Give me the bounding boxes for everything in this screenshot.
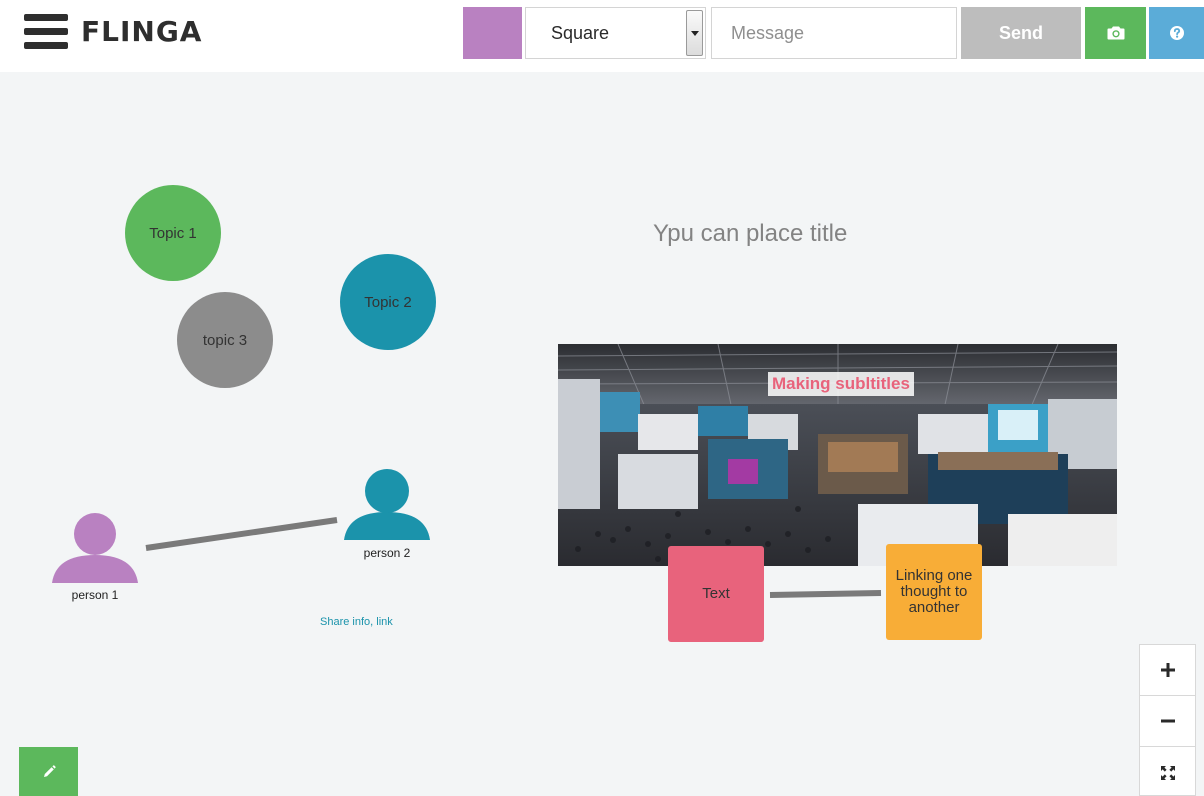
plus-icon (1160, 663, 1175, 677)
question-icon (1169, 26, 1184, 40)
topic-circle[interactable]: Topic 1 (125, 185, 221, 281)
fit-to-screen-button[interactable] (1140, 747, 1195, 796)
topic-label: topic 3 (202, 331, 248, 349)
zoom-out-button[interactable] (1140, 696, 1195, 747)
sticky-note[interactable]: Text (668, 546, 764, 642)
camera-button[interactable] (1085, 7, 1146, 59)
app-logo: FLINGA (81, 15, 203, 48)
top-bar: FLINGA Square Send (0, 0, 1204, 72)
note-label: Text (702, 585, 730, 602)
hamburger-menu-icon[interactable] (24, 14, 68, 50)
board-canvas[interactable]: Topic 1 Topic 2 topic 3 Ypu can place ti… (0, 72, 1204, 796)
person-node[interactable]: person 1 (52, 513, 138, 603)
sticky-note[interactable]: Linking one thought to another (886, 544, 982, 640)
topic-circle[interactable]: topic 3 (177, 292, 273, 388)
edit-button[interactable] (19, 747, 78, 796)
expand-icon (1160, 765, 1175, 780)
pencil-icon (43, 764, 56, 777)
person-icon (52, 513, 138, 583)
topic-label: Topic 2 (364, 293, 412, 311)
note-connector-line (769, 590, 882, 598)
person-label: person 2 (363, 546, 411, 560)
person-label: person 1 (71, 588, 119, 602)
message-input[interactable] (711, 7, 957, 59)
photo-caption[interactable]: Making subltitles (768, 372, 914, 396)
shape-select-value: Square (551, 23, 610, 43)
zoom-controls (1139, 644, 1196, 796)
shape-select[interactable]: Square (525, 7, 706, 59)
note-label: Linking one thought to another (895, 567, 973, 616)
board-title[interactable]: Ypu can place title (653, 220, 847, 248)
camera-icon (1107, 26, 1124, 40)
send-button[interactable]: Send (961, 7, 1081, 59)
person-node[interactable]: person 2 (344, 469, 430, 561)
topic-label: Topic 1 (149, 224, 197, 242)
minus-icon (1160, 719, 1175, 723)
topic-circle[interactable]: Topic 2 (340, 254, 436, 350)
share-info-link[interactable]: Share info, link (320, 616, 393, 628)
help-button[interactable] (1149, 7, 1204, 59)
person-connector-line (145, 517, 338, 551)
chevron-down-icon[interactable] (686, 10, 703, 56)
zoom-in-button[interactable] (1140, 645, 1195, 696)
person-icon (344, 469, 430, 540)
color-picker-button[interactable] (463, 7, 522, 59)
